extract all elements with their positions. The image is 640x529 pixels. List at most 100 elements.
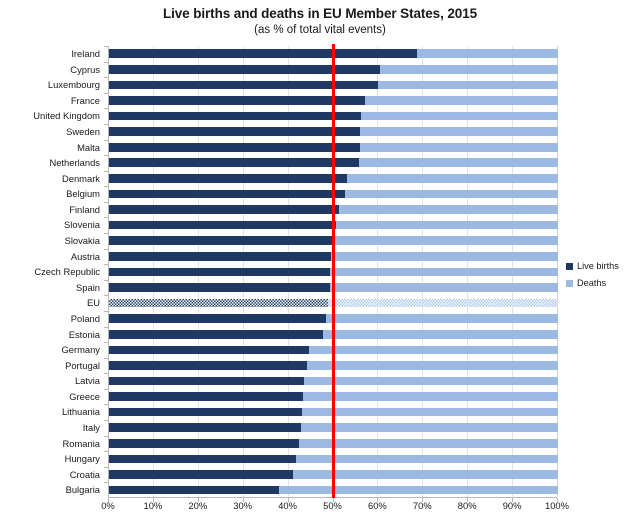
bar-segment-live-births <box>109 376 305 386</box>
bar-segment-deaths <box>380 64 558 74</box>
bar-segment-deaths <box>335 236 558 246</box>
bar-segment-deaths <box>306 361 558 370</box>
bar-segment-deaths <box>328 298 558 308</box>
x-axis-tick <box>332 498 334 502</box>
bar-segment-live-births <box>109 392 303 401</box>
chart-subtitle: (as % of total vital events) <box>254 24 386 36</box>
y-axis-label-netherlands: Netherlands <box>49 157 100 169</box>
bar-segment-live-births <box>109 485 279 495</box>
legend-item-deaths: Deaths <box>566 278 638 288</box>
x-axis-tick <box>512 498 514 502</box>
y-axis-label-ireland: Ireland <box>71 48 100 59</box>
bar-segment-deaths <box>325 314 558 323</box>
bar-segment-deaths <box>309 345 558 355</box>
bar-segment-live-births <box>109 314 326 323</box>
y-axis-label-eu: EU <box>86 297 100 309</box>
bar-segment-live-births <box>109 454 296 464</box>
bar-segment-live-births <box>109 142 360 152</box>
x-axis-tick <box>197 498 199 502</box>
bar-segment-live-births <box>109 439 300 448</box>
chart-legend: Live births Deaths <box>566 261 638 295</box>
y-axis-label-luxembourg: Luxembourg <box>47 79 100 91</box>
x-axis-tick <box>377 498 379 502</box>
bar-segment-live-births <box>109 189 346 199</box>
y-axis-label-italy: Italy <box>82 422 100 434</box>
y-axis-label-czech-republic: Czech Republic <box>34 266 100 278</box>
plot-area <box>108 44 558 498</box>
bar-segment-live-births <box>109 267 331 277</box>
bar-segment-live-births <box>109 205 339 214</box>
legend-label-live-births: Live births <box>577 261 619 271</box>
y-axis-label-slovenia: Slovenia <box>64 219 100 231</box>
y-axis-label-austria: Austria <box>70 250 100 262</box>
y-axis-label-france: France <box>70 94 100 106</box>
legend-swatch-live-births-icon <box>566 262 573 270</box>
bar-segment-deaths <box>278 485 558 495</box>
y-axis-label-greece: Greece <box>69 390 100 402</box>
bar-segment-deaths <box>417 49 558 58</box>
legend-swatch-deaths-icon <box>566 279 573 287</box>
y-axis-label-latvia: Latvia <box>74 375 100 387</box>
bar-segment-live-births <box>109 127 361 136</box>
bar-segment-deaths <box>299 439 558 448</box>
bar-segment-deaths <box>360 127 558 136</box>
bar-segment-deaths <box>364 96 558 105</box>
y-axis-category-labels: Ireland Cyprus Luxembourg France United King… <box>0 46 108 498</box>
y-axis-label-belgium: Belgium <box>66 188 100 200</box>
bar-segment-live-births <box>109 345 310 355</box>
y-axis-label-hungary: Hungary <box>64 453 100 465</box>
y-axis-label-denmark: Denmark <box>61 172 100 184</box>
y-axis-label-slovakia: Slovakia <box>64 235 100 247</box>
y-axis-label-bulgaria: Bulgaria <box>65 484 100 496</box>
bar-segment-live-births <box>109 49 418 58</box>
bar-segment-deaths <box>359 158 558 168</box>
bar-segment-live-births <box>109 423 302 433</box>
bar-segment-deaths <box>377 80 558 90</box>
bar-segment-deaths <box>359 142 558 152</box>
bar-segment-live-births <box>109 329 323 339</box>
bar-segment-deaths <box>304 376 558 386</box>
bar-segment-deaths <box>329 283 558 292</box>
x-axis-tick <box>287 498 289 502</box>
bar-segment-deaths <box>322 329 558 339</box>
bar-segment-deaths <box>330 267 558 277</box>
bar-segment-live-births <box>109 236 336 246</box>
reference-line-50pct <box>332 44 335 498</box>
x-axis-tick <box>467 498 469 502</box>
bar-segment-deaths <box>301 423 558 433</box>
bar-segment-deaths <box>302 407 558 417</box>
bar-segment-deaths <box>331 252 558 261</box>
legend-item-live-births: Live births <box>566 261 638 271</box>
chart-container: Live births and deaths in EU Member Stat… <box>0 0 640 529</box>
bar-segment-deaths <box>345 189 558 199</box>
bar-segment-live-births <box>109 96 365 105</box>
y-axis-label-lithuania: Lithuania <box>61 406 100 418</box>
y-axis-label-spain: Spain <box>76 281 100 293</box>
y-axis-label-poland: Poland <box>70 312 100 324</box>
bar-segment-deaths <box>338 205 558 214</box>
y-axis-label-malta: Malta <box>77 141 100 153</box>
bar-segment-live-births <box>109 407 303 417</box>
y-axis-label-portugal: Portugal <box>65 359 100 371</box>
bar-segment-live-births <box>109 252 332 261</box>
bar-segment-live-births <box>109 283 330 292</box>
bar-segment-live-births <box>109 111 362 121</box>
y-axis-label-sweden: Sweden <box>66 125 100 137</box>
x-axis-tick <box>108 498 109 502</box>
y-axis-label-croatia: Croatia <box>69 468 100 480</box>
chart-title: Live births and deaths in EU Member Stat… <box>162 6 478 21</box>
x-axis-tick <box>242 498 244 502</box>
y-axis-label-romania: Romania <box>62 437 100 449</box>
bar-segment-deaths <box>302 392 558 401</box>
x-axis-tick <box>422 498 424 502</box>
x-axis-tick <box>152 498 154 502</box>
bar-segment-deaths <box>335 220 558 230</box>
bar-segment-live-births <box>109 64 381 74</box>
bar-segment-live-births <box>109 220 336 230</box>
x-axis-tick-labels: 0% 10% 20% 30% 40% 50% 60% 70% 80% 90% 100% <box>0 500 640 520</box>
y-axis-label-cyprus: Cyprus <box>70 63 100 75</box>
legend-label-deaths: Deaths <box>577 278 607 288</box>
bar-segment-deaths <box>295 454 558 464</box>
bar-segment-live-births <box>109 174 347 183</box>
bar-segment-live-births <box>109 470 294 479</box>
